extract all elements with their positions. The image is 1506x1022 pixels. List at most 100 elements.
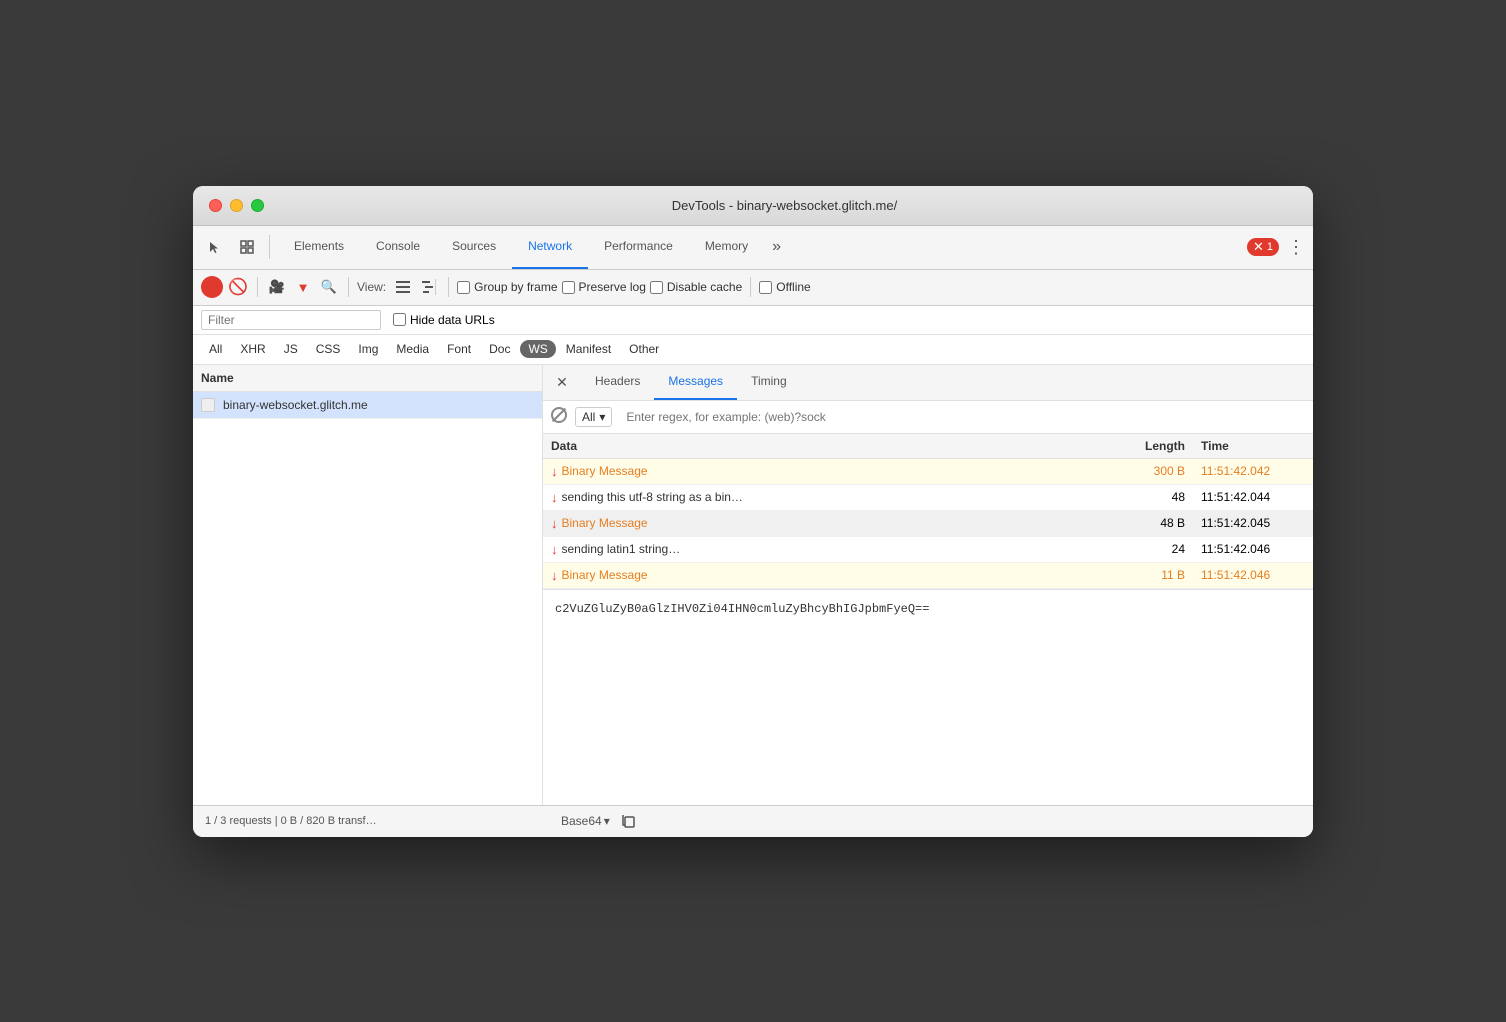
search-icon[interactable]: 🔍: [318, 276, 340, 298]
type-manifest[interactable]: Manifest: [558, 340, 619, 358]
arrow-icon: ↓: [551, 464, 558, 479]
net-divider-1: [257, 277, 258, 297]
message-row[interactable]: ↓ sending this utf-8 string as a bin… 48…: [543, 485, 1313, 511]
status-right: Base64 ▾: [561, 810, 640, 832]
decoded-content: c2VuZGluZyB0aGlzIHV0Zi04IHN0cmluZyBhcyBh…: [543, 589, 1313, 628]
tab-bar: Elements Console Sources Network Perform…: [278, 225, 1235, 269]
type-bar: All XHR JS CSS Img Media Font Doc WS Man…: [193, 335, 1313, 365]
details-panel: ✕ Headers Messages Timing All ▾: [543, 365, 1313, 805]
tab-sources[interactable]: Sources: [436, 225, 512, 269]
message-length: 300 B: [1093, 459, 1193, 483]
message-length: 48: [1093, 485, 1193, 509]
message-time: 11:51:42.044: [1193, 485, 1313, 509]
status-info: 1 / 3 requests | 0 B / 820 B transf…: [205, 815, 545, 827]
dtab-headers[interactable]: Headers: [581, 364, 654, 400]
disable-cache-label[interactable]: Disable cache: [650, 280, 742, 294]
main-toolbar: Elements Console Sources Network Perform…: [193, 226, 1313, 270]
block-icon: [551, 407, 567, 426]
message-length: 11 B: [1093, 563, 1193, 587]
type-font[interactable]: Font: [439, 340, 479, 358]
message-row[interactable]: ↓ Binary Message 48 B 11:51:42.045: [543, 511, 1313, 537]
col-header-data: Data: [543, 434, 1093, 458]
message-time: 11:51:42.046: [1193, 537, 1313, 561]
waterfall-icon[interactable]: [418, 276, 440, 298]
net-divider-4: [750, 277, 751, 297]
camera-icon[interactable]: 🎥: [266, 276, 288, 298]
preserve-log-label[interactable]: Preserve log: [562, 280, 646, 294]
net-divider-3: [448, 277, 449, 297]
network-toolbar: 🚫 🎥 ▼ 🔍 View: Group by frame: [193, 270, 1313, 306]
titlebar: DevTools - binary-websocket.glitch.me/: [193, 186, 1313, 226]
menu-icon[interactable]: ⋮: [1287, 237, 1305, 258]
record-button[interactable]: [201, 276, 223, 298]
cursor-icon[interactable]: [201, 233, 229, 261]
copy-button[interactable]: [618, 810, 640, 832]
type-media[interactable]: Media: [388, 340, 437, 358]
maximize-button[interactable]: [251, 199, 264, 212]
message-row[interactable]: ↓ Binary Message 11 B 11:51:42.046: [543, 563, 1313, 589]
request-row[interactable]: binary-websocket.glitch.me: [193, 392, 542, 419]
dtab-messages[interactable]: Messages: [654, 364, 737, 400]
dtab-timing[interactable]: Timing: [737, 364, 801, 400]
message-time: 11:51:42.042: [1193, 459, 1313, 483]
message-text: Binary Message: [562, 568, 648, 582]
tab-elements[interactable]: Elements: [278, 225, 360, 269]
arrow-icon: ↓: [551, 490, 558, 505]
requests-panel: Name binary-websocket.glitch.me: [193, 365, 543, 805]
tab-more[interactable]: »: [764, 238, 789, 256]
type-img[interactable]: Img: [350, 340, 386, 358]
message-text: sending latin1 string…: [562, 542, 681, 556]
preserve-log-checkbox[interactable]: [562, 281, 575, 294]
minimize-button[interactable]: [230, 199, 243, 212]
arrow-icon: ↓: [551, 542, 558, 557]
main-content: Name binary-websocket.glitch.me ✕ Header…: [193, 365, 1313, 805]
inspect-icon[interactable]: [233, 233, 261, 261]
error-icon: ✕: [1253, 239, 1264, 255]
devtools-window: DevTools - binary-websocket.glitch.me/ E…: [193, 186, 1313, 837]
arrow-icon: ↓: [551, 568, 558, 583]
error-badge[interactable]: ✕ 1: [1247, 238, 1279, 256]
message-row[interactable]: ↓ sending latin1 string… 24 11:51:42.046: [543, 537, 1313, 563]
type-xhr[interactable]: XHR: [232, 340, 273, 358]
requests-header: Name: [193, 365, 542, 392]
hide-urls-label[interactable]: Hide data URLs: [393, 313, 495, 327]
offline-label[interactable]: Offline: [759, 280, 810, 294]
group-by-frame-label[interactable]: Group by frame: [457, 280, 557, 294]
regex-filter-input[interactable]: [620, 408, 1305, 426]
filter-icon[interactable]: ▼: [292, 276, 314, 298]
clear-button[interactable]: 🚫: [227, 276, 249, 298]
messages-table: Data Length Time ↓ Binary Message 300 B …: [543, 434, 1313, 805]
type-doc[interactable]: Doc: [481, 340, 518, 358]
message-row[interactable]: ↓ Binary Message 300 B 11:51:42.042: [543, 459, 1313, 485]
tab-performance[interactable]: Performance: [588, 225, 689, 269]
tab-console[interactable]: Console: [360, 225, 436, 269]
type-all[interactable]: All: [201, 340, 230, 358]
col-header-length: Length: [1093, 434, 1193, 458]
offline-checkbox[interactable]: [759, 281, 772, 294]
tab-memory[interactable]: Memory: [689, 225, 764, 269]
arrow-icon: ↓: [551, 516, 558, 531]
message-length: 48 B: [1093, 511, 1193, 535]
details-tabs: ✕ Headers Messages Timing: [543, 365, 1313, 401]
type-other[interactable]: Other: [621, 340, 667, 358]
close-button[interactable]: [209, 199, 222, 212]
filter-bar: Hide data URLs: [193, 306, 1313, 335]
toolbar-divider-1: [269, 235, 270, 259]
messages-table-header: Data Length Time: [543, 434, 1313, 459]
dropdown-arrow: ▾: [604, 814, 610, 828]
type-css[interactable]: CSS: [308, 340, 349, 358]
tab-network[interactable]: Network: [512, 225, 588, 269]
filter-input[interactable]: [201, 310, 381, 330]
filter-select-button[interactable]: All ▾: [575, 407, 612, 427]
group-by-frame-checkbox[interactable]: [457, 281, 470, 294]
disable-cache-checkbox[interactable]: [650, 281, 663, 294]
message-text: Binary Message: [562, 516, 648, 530]
list-view-icon[interactable]: [392, 276, 414, 298]
hide-urls-checkbox[interactable]: [393, 313, 406, 326]
messages-filter: All ▾: [543, 401, 1313, 434]
net-divider-2: [348, 277, 349, 297]
close-details-button[interactable]: ✕: [551, 371, 573, 393]
type-js[interactable]: JS: [276, 340, 306, 358]
format-dropdown[interactable]: Base64 ▾: [561, 814, 610, 828]
type-ws[interactable]: WS: [520, 340, 555, 358]
